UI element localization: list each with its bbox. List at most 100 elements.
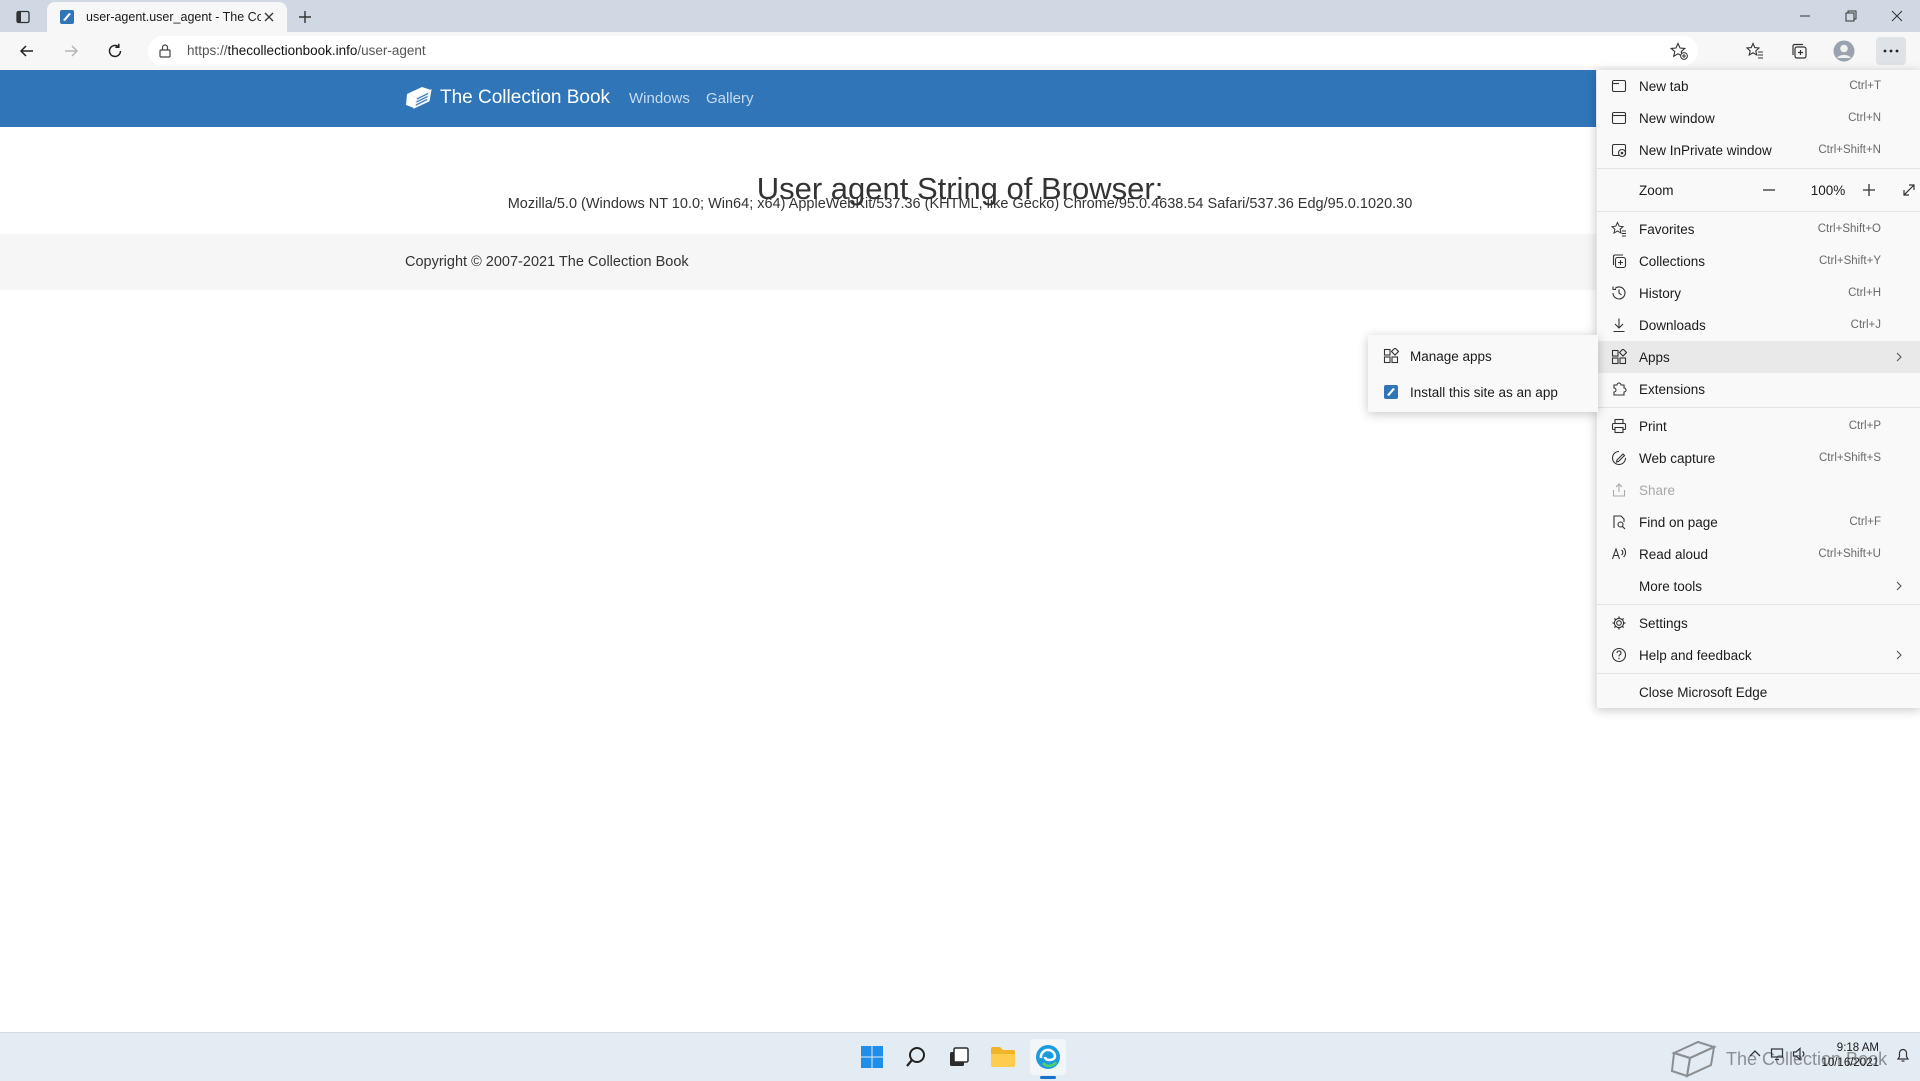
menu-divider xyxy=(1597,168,1920,169)
menu-item-collections[interactable]: Collections Ctrl+Shift+Y xyxy=(1597,245,1920,277)
refresh-button[interactable] xyxy=(100,37,130,65)
menu-item-shortcut: Ctrl+Shift+N xyxy=(1818,144,1881,156)
site-brand-name: The Collection Book xyxy=(440,87,611,108)
menu-item-help-and-feedback[interactable]: Help and feedback xyxy=(1597,639,1920,671)
submenu-item-label: Manage apps xyxy=(1410,348,1492,364)
profile-button[interactable] xyxy=(1829,37,1859,65)
url-text[interactable]: https://thecollectionbook.info/user-agen… xyxy=(187,43,426,58)
restore-icon xyxy=(1845,10,1857,22)
fullscreen-button[interactable] xyxy=(1895,176,1920,204)
task-view-icon xyxy=(950,1047,969,1066)
print-icon xyxy=(1609,416,1629,436)
clock-time: 9:18 AM xyxy=(1836,1042,1879,1054)
new-tab-icon xyxy=(1609,76,1629,96)
submenu-item-manage-apps[interactable]: Manage apps xyxy=(1368,339,1598,373)
menu-item-label: More tools xyxy=(1639,578,1703,594)
edge-logo-icon xyxy=(1036,1045,1060,1069)
chevron-up-icon xyxy=(1749,1050,1761,1057)
menu-item-print[interactable]: Print Ctrl+P xyxy=(1597,410,1920,442)
plus-icon xyxy=(1863,184,1875,196)
folder-icon xyxy=(991,1047,1015,1067)
menu-item-label: Collections xyxy=(1639,253,1706,269)
menu-item-shortcut: Ctrl+Shift+Y xyxy=(1819,255,1881,267)
menu-zoom-row: Zoom 100% xyxy=(1597,173,1920,207)
system-clock[interactable]: 9:18 AM 10/16/2021 xyxy=(1815,1041,1879,1071)
windows-logo-icon xyxy=(861,1046,883,1068)
edge-taskbar-button[interactable] xyxy=(1030,1039,1066,1075)
address-bar[interactable]: https://thecollectionbook.info/user-agen… xyxy=(148,36,1698,66)
menu-item-new-inprivate-window[interactable]: New InPrivate window Ctrl+Shift+N xyxy=(1597,134,1920,166)
collections-icon xyxy=(1792,43,1807,59)
menu-item-share[interactable]: Share xyxy=(1597,474,1920,506)
menu-item-read-aloud[interactable]: Read aloud Ctrl+Shift+U xyxy=(1597,538,1920,570)
menu-item-new-tab[interactable]: New tab Ctrl+T xyxy=(1597,70,1920,102)
menu-item-downloads[interactable]: Downloads Ctrl+J xyxy=(1597,309,1920,341)
zoom-in-button[interactable] xyxy=(1855,176,1883,204)
menu-item-find-on-page[interactable]: Find on page Ctrl+F xyxy=(1597,506,1920,538)
lock-icon[interactable] xyxy=(158,43,172,59)
zoom-label: Zoom xyxy=(1639,182,1674,198)
web-capture-icon xyxy=(1609,448,1629,468)
tab-close-button[interactable] xyxy=(261,9,277,25)
tab-title: user-agent.user_agent - The Coll xyxy=(86,10,261,24)
submenu-item-label: Install this site as an app xyxy=(1410,384,1558,400)
chevron-right-icon xyxy=(1893,649,1905,661)
forward-button[interactable] xyxy=(56,37,86,65)
window-restore-button[interactable] xyxy=(1828,0,1874,32)
zoom-out-button[interactable] xyxy=(1755,176,1783,204)
extensions-puzzle-icon xyxy=(1609,379,1629,399)
nav-link-gallery[interactable]: Gallery xyxy=(706,90,754,107)
start-button[interactable] xyxy=(854,1039,890,1075)
menu-item-history[interactable]: History Ctrl+H xyxy=(1597,277,1920,309)
menu-item-label: Apps xyxy=(1639,349,1670,365)
forward-arrow-icon xyxy=(65,45,79,57)
tab-actions-button[interactable] xyxy=(8,4,38,30)
menu-divider xyxy=(1597,407,1920,408)
nav-link-windows[interactable]: Windows xyxy=(629,90,690,107)
submenu-item-install-site-as-app[interactable]: Install this site as an app xyxy=(1368,375,1598,409)
inprivate-icon xyxy=(1609,140,1629,160)
collections-icon xyxy=(1609,251,1629,271)
title-bar: user-agent.user_agent - The Coll xyxy=(0,0,1920,32)
menu-item-apps[interactable]: Apps xyxy=(1597,341,1920,373)
tray-icons[interactable] xyxy=(1748,1047,1808,1061)
menu-item-favorites[interactable]: Favorites Ctrl+Shift+O xyxy=(1597,213,1920,245)
notification-icon[interactable] xyxy=(1896,1047,1910,1063)
window-minimize-button[interactable] xyxy=(1782,0,1828,32)
menu-item-extensions[interactable]: Extensions xyxy=(1597,373,1920,405)
menu-item-web-capture[interactable]: Web capture Ctrl+Shift+S xyxy=(1597,442,1920,474)
window-close-button[interactable] xyxy=(1874,0,1920,32)
file-explorer-button[interactable] xyxy=(985,1039,1021,1075)
menu-item-close-edge[interactable]: Close Microsoft Edge xyxy=(1597,676,1920,708)
task-view-button[interactable] xyxy=(941,1039,977,1075)
book-logo-icon xyxy=(406,87,432,109)
apps-icon xyxy=(1609,347,1629,367)
menu-item-label: History xyxy=(1639,285,1682,301)
refresh-icon xyxy=(108,43,122,58)
add-favorite-button[interactable] xyxy=(1666,38,1692,64)
menu-item-label: Settings xyxy=(1639,615,1688,631)
menu-item-new-window[interactable]: New window Ctrl+N xyxy=(1597,102,1920,134)
clock-date: 10/16/2021 xyxy=(1821,1057,1879,1069)
menu-item-shortcut: Ctrl+Shift+O xyxy=(1817,223,1881,235)
apps-submenu: Manage apps Install this site as an app xyxy=(1368,335,1598,412)
menu-item-label: Read aloud xyxy=(1639,546,1709,562)
menu-item-label: Help and feedback xyxy=(1639,647,1752,663)
favorites-icon xyxy=(1609,219,1629,239)
menu-divider xyxy=(1597,604,1920,605)
tab-active[interactable]: user-agent.user_agent - The Coll xyxy=(47,2,287,32)
apps-icon xyxy=(1382,347,1400,365)
collections-button[interactable] xyxy=(1784,37,1814,65)
site-brand-link[interactable]: The Collection Book xyxy=(404,84,610,112)
new-tab-button[interactable] xyxy=(292,4,318,30)
back-button[interactable] xyxy=(12,37,42,65)
menu-item-label: New tab xyxy=(1639,78,1689,94)
menu-item-label: Downloads xyxy=(1639,317,1706,333)
menu-item-settings[interactable]: Settings xyxy=(1597,607,1920,639)
menu-item-more-tools[interactable]: More tools xyxy=(1597,570,1920,602)
help-icon xyxy=(1609,645,1629,665)
favorites-button[interactable] xyxy=(1740,37,1770,65)
search-button[interactable] xyxy=(898,1039,934,1075)
settings-and-more-button[interactable] xyxy=(1876,37,1906,65)
search-icon xyxy=(906,1047,925,1067)
